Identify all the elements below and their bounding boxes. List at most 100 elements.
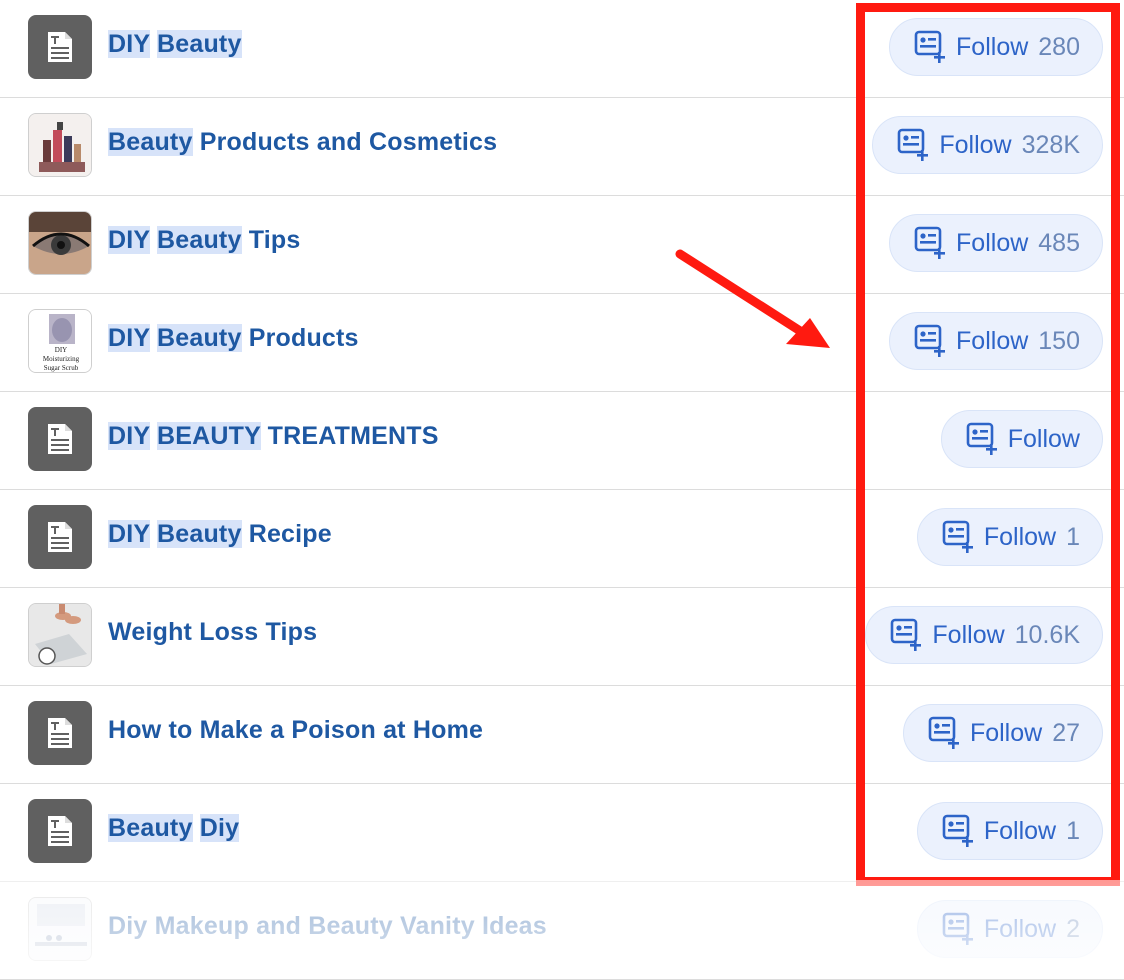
search-match-highlight: Beauty bbox=[108, 128, 193, 156]
board-title-text bbox=[150, 226, 157, 254]
follow-button[interactable]: Follow 2 bbox=[916, 900, 1103, 958]
board-title[interactable]: DIY Beauty Tips bbox=[108, 226, 300, 255]
follow-label: Follow bbox=[956, 326, 1029, 355]
search-match-highlight: Beauty bbox=[108, 814, 193, 842]
follower-count: 1 bbox=[1066, 816, 1080, 845]
follow-board-icon bbox=[966, 422, 997, 455]
search-match-highlight: DIY bbox=[108, 324, 150, 352]
board-doc-icon[interactable] bbox=[28, 407, 92, 471]
follow-label: Follow bbox=[969, 718, 1043, 747]
board-title[interactable]: Diy Makeup and Beauty Vanity Ideas bbox=[108, 912, 547, 941]
search-match-highlight: Beauty bbox=[156, 30, 242, 58]
search-match-highlight: Beauty bbox=[156, 324, 242, 352]
follower-count: 2 bbox=[1066, 914, 1080, 943]
board-thumbnail[interactable] bbox=[28, 211, 92, 275]
follower-count: 27 bbox=[1052, 718, 1080, 747]
follow-board-icon bbox=[942, 814, 973, 847]
follower-count: 10.6K bbox=[1014, 620, 1080, 649]
follower-count: 1 bbox=[1066, 522, 1080, 551]
follow-button[interactable]: Follow 27 bbox=[902, 704, 1103, 762]
board-title-text: How to Make a Poison at Home bbox=[108, 716, 484, 744]
follow-board-icon bbox=[914, 226, 946, 259]
follow-board-icon bbox=[942, 520, 973, 553]
board-title-text: TREATMENTS bbox=[260, 422, 439, 450]
follow-button[interactable]: Follow 10.6K bbox=[865, 606, 1103, 664]
follow-button[interactable]: Follow 328K bbox=[872, 116, 1103, 174]
board-row[interactable]: DIY Moisturizing Sugar Scrub DIY Beauty Pro… bbox=[0, 294, 1124, 392]
board-title-text: Diy Makeup and Beauty Vanity Ideas bbox=[108, 912, 547, 940]
svg-text:DIY: DIY bbox=[55, 346, 67, 354]
board-row[interactable]: Beauty Diy Follow 1 bbox=[0, 784, 1124, 882]
follower-count: 280 bbox=[1038, 32, 1080, 61]
board-title[interactable]: DIY Beauty bbox=[108, 30, 242, 59]
follow-board-icon bbox=[914, 324, 946, 357]
follower-count: 328K bbox=[1021, 130, 1080, 159]
board-row[interactable]: DIY BEAUTY TREATMENTS Follow bbox=[0, 392, 1124, 490]
board-row[interactable]: Weight Loss Tips Follow 10.6K bbox=[0, 588, 1124, 686]
board-doc-icon[interactable] bbox=[28, 505, 92, 569]
board-title-text bbox=[193, 814, 200, 842]
board-doc-icon[interactable] bbox=[28, 701, 92, 765]
board-thumbnail[interactable] bbox=[28, 113, 92, 177]
follow-button[interactable]: Follow 150 bbox=[889, 312, 1103, 370]
board-title-text bbox=[150, 520, 157, 548]
board-title-text: Products and Cosmetics bbox=[192, 128, 498, 156]
board-title[interactable]: DIY Beauty Products bbox=[108, 324, 359, 353]
board-title[interactable]: How to Make a Poison at Home bbox=[108, 716, 483, 745]
follow-label: Follow bbox=[983, 914, 1057, 943]
search-match-highlight: DIY bbox=[108, 226, 150, 254]
board-title[interactable]: DIY Beauty Recipe bbox=[108, 520, 332, 549]
follow-board-icon bbox=[898, 128, 929, 161]
follow-label: Follow bbox=[1007, 424, 1080, 453]
svg-text:Sugar Scrub: Sugar Scrub bbox=[44, 364, 79, 372]
search-match-highlight: DIY bbox=[108, 422, 150, 450]
search-match-highlight: DIY bbox=[108, 520, 150, 548]
follow-board-icon bbox=[914, 30, 946, 63]
follow-button[interactable]: Follow 485 bbox=[889, 214, 1103, 272]
follow-board-icon bbox=[891, 618, 922, 651]
board-row[interactable]: DIY Beauty Recipe Follow 1 bbox=[0, 490, 1124, 588]
follow-label: Follow bbox=[956, 32, 1029, 61]
board-title-text bbox=[150, 324, 157, 352]
follow-label: Follow bbox=[983, 816, 1057, 845]
board-thumbnail[interactable] bbox=[28, 897, 92, 961]
board-title[interactable]: Weight Loss Tips bbox=[108, 618, 317, 647]
follower-count: 485 bbox=[1038, 228, 1080, 257]
board-thumbnail[interactable] bbox=[28, 603, 92, 667]
board-title-text: Tips bbox=[241, 226, 301, 254]
follow-board-icon bbox=[928, 716, 959, 749]
board-title-text: Products bbox=[241, 324, 359, 352]
annotation-arrow bbox=[675, 249, 830, 348]
follower-count: 150 bbox=[1038, 326, 1080, 355]
follow-button[interactable]: Follow 1 bbox=[916, 508, 1103, 566]
board-row[interactable]: DIY Beauty Tips Follow 485 bbox=[0, 196, 1124, 294]
follow-label: Follow bbox=[939, 130, 1012, 159]
board-title[interactable]: Beauty Products and Cosmetics bbox=[108, 128, 497, 157]
board-title-text: Weight Loss Tips bbox=[108, 618, 318, 646]
board-title-text bbox=[150, 422, 157, 450]
search-match-highlight: Diy bbox=[199, 814, 240, 842]
board-row[interactable]: Diy Makeup and Beauty Vanity Ideas Follow… bbox=[0, 882, 1124, 980]
board-title[interactable]: DIY BEAUTY TREATMENTS bbox=[108, 422, 439, 451]
board-doc-icon[interactable] bbox=[28, 15, 92, 79]
board-title-text bbox=[150, 30, 157, 58]
board-title-text: Recipe bbox=[241, 520, 332, 548]
board-row[interactable]: Beauty Products and Cosmetics Follow 328K bbox=[0, 98, 1124, 196]
board-doc-icon[interactable] bbox=[28, 799, 92, 863]
follow-label: Follow bbox=[932, 620, 1005, 649]
search-match-highlight: Beauty bbox=[156, 520, 242, 548]
board-thumbnail[interactable]: DIY Moisturizing Sugar Scrub bbox=[28, 309, 92, 373]
svg-text:Moisturizing: Moisturizing bbox=[43, 355, 80, 363]
board-title[interactable]: Beauty Diy bbox=[108, 814, 240, 843]
follow-button[interactable]: Follow 280 bbox=[889, 18, 1103, 76]
follow-button[interactable]: Follow 1 bbox=[916, 802, 1103, 860]
search-match-highlight: BEAUTY bbox=[156, 422, 261, 450]
follow-board-icon bbox=[942, 912, 973, 945]
follow-button[interactable]: Follow bbox=[940, 410, 1103, 468]
board-row[interactable]: DIY Beauty Follow 280 bbox=[0, 0, 1124, 98]
board-list: DIY Beauty Follow 280 Beauty Products and C… bbox=[0, 0, 1124, 980]
board-row[interactable]: How to Make a Poison at Home Follow 27 bbox=[0, 686, 1124, 784]
search-match-highlight: Beauty bbox=[156, 226, 242, 254]
follow-label: Follow bbox=[983, 522, 1057, 551]
follow-label: Follow bbox=[956, 228, 1029, 257]
